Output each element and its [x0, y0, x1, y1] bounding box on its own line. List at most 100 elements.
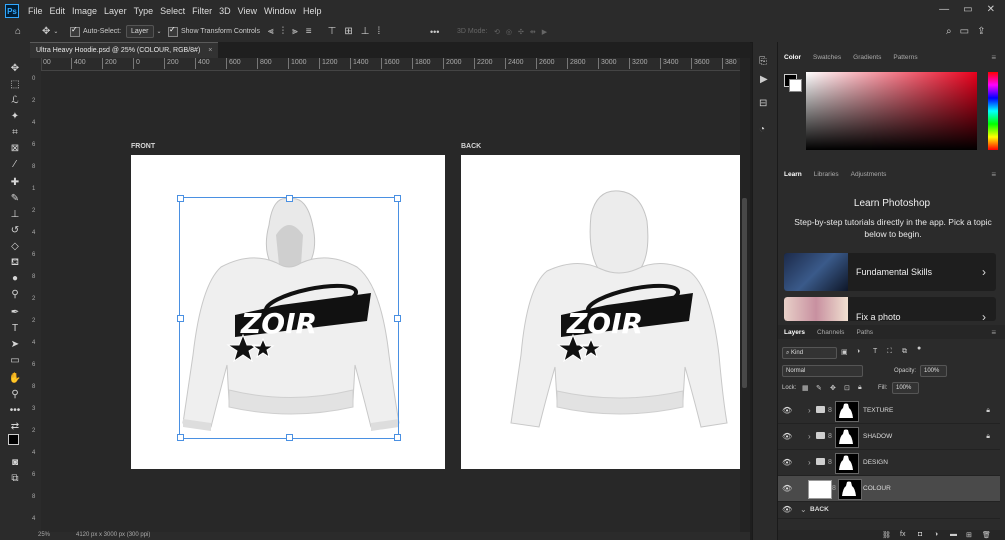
auto-select-toggle[interactable]: Auto-Select:: [70, 25, 121, 38]
layer-row[interactable]: 👁︎ › 8 SHADOW 🔒︎: [778, 424, 1000, 450]
more-options-button[interactable]: •••: [430, 25, 439, 38]
learn-card-fix-photo[interactable]: Fix a photo ›: [784, 297, 996, 321]
learn-card-fundamental[interactable]: Fundamental Skills ›: [784, 253, 996, 291]
distribute-icon[interactable]: ≡: [306, 26, 312, 37]
tab-gradients[interactable]: Gradients: [853, 54, 881, 61]
panel-menu-icon[interactable]: ≡: [991, 53, 996, 62]
menu-item-view[interactable]: View: [238, 6, 257, 16]
filter-toggle-icon[interactable]: ●: [917, 345, 921, 352]
actions-play-icon[interactable]: ▶: [760, 74, 768, 85]
menu-item-type[interactable]: Type: [134, 6, 154, 16]
lock-pixels-icon[interactable]: ✎: [816, 384, 822, 392]
hue-slider[interactable]: [988, 72, 998, 150]
adjustment-layer-icon[interactable]: ◑: [934, 531, 938, 538]
visibility-eye-icon[interactable]: 👁︎: [782, 424, 792, 449]
crop-tool-icon[interactable]: ⌗: [8, 126, 22, 140]
layer-mask-thumbnail[interactable]: [835, 401, 859, 422]
document-tab[interactable]: Ultra Heavy Hoodie.psd @ 25% (COLOUR, RG…: [30, 42, 219, 59]
tab-color[interactable]: Color: [784, 54, 801, 61]
filter-type-icon[interactable]: T: [873, 348, 877, 355]
history-panel-icon[interactable]: ⎘: [759, 56, 767, 67]
menu-item-filter[interactable]: Filter: [192, 6, 212, 16]
magic-wand-tool-icon[interactable]: ✦: [8, 110, 22, 124]
tab-learn[interactable]: Learn: [784, 171, 802, 178]
filter-adjustment-icon[interactable]: ◑: [856, 348, 860, 355]
properties-panel-icon[interactable]: ⊟: [759, 98, 767, 109]
screen-mode-icon[interactable]: ⧉: [8, 472, 22, 486]
eyedropper-tool-icon[interactable]: ⁄: [8, 158, 22, 172]
transform-handle-mr[interactable]: [394, 315, 401, 322]
visibility-eye-icon[interactable]: 👁︎: [782, 450, 792, 475]
edit-toolbar-icon[interactable]: •••: [8, 404, 22, 418]
layer-row[interactable]: 👁︎ ⌄ BACK: [778, 502, 1000, 519]
layer-row-selected[interactable]: 👁︎ 8 COLOUR: [778, 476, 1000, 502]
lock-position-icon[interactable]: ✥: [830, 384, 836, 392]
tab-swatches[interactable]: Swatches: [813, 54, 841, 61]
dodge-tool-icon[interactable]: ⚲: [8, 288, 22, 302]
filter-smart-object-icon[interactable]: ⧉: [902, 348, 907, 356]
blur-tool-icon[interactable]: ●: [8, 272, 22, 286]
align-center-icon[interactable]: ⫶: [282, 26, 285, 37]
menu-item-file[interactable]: File: [28, 6, 43, 16]
clone-stamp-tool-icon[interactable]: ⊥: [8, 208, 22, 222]
horizontal-ruler[interactable]: 00 400 200 0 200 400 600 800 1000 1200 1400 1600 180…: [41, 58, 740, 71]
color-bg-swatch[interactable]: [789, 79, 802, 92]
fill-field[interactable]: 100%: [892, 382, 919, 394]
layers-panel-menu-icon[interactable]: ≡: [991, 328, 996, 337]
3d-pan-icon[interactable]: ✣: [518, 28, 524, 36]
path-selection-tool-icon[interactable]: ➤: [8, 338, 22, 352]
visibility-eye-icon[interactable]: 👁︎: [782, 476, 792, 501]
menu-item-layer[interactable]: Layer: [104, 6, 127, 16]
transform-handle-tl[interactable]: [177, 195, 184, 202]
blend-mode-dropdown[interactable]: Normal: [782, 365, 863, 377]
filter-pixel-icon[interactable]: ▣: [841, 348, 848, 356]
history-brush-tool-icon[interactable]: ↺: [8, 224, 22, 238]
transform-handle-bc[interactable]: [286, 434, 293, 441]
show-transform-toggle[interactable]: Show Transform Controls: [168, 25, 260, 38]
eraser-tool-icon[interactable]: ◇: [8, 240, 22, 254]
layer-row[interactable]: 👁︎ › 8 DESIGN: [778, 450, 1000, 476]
layer-thumbnail[interactable]: [808, 480, 832, 499]
pen-tool-icon[interactable]: ✒: [8, 306, 22, 320]
add-mask-icon[interactable]: ◘: [918, 531, 922, 538]
link-layers-icon[interactable]: ⛓︎: [882, 531, 891, 539]
adjustments-panel-icon[interactable]: ◔: [759, 124, 765, 135]
lock-artboard-icon[interactable]: ⊡: [844, 384, 850, 392]
menu-item-image[interactable]: Image: [72, 6, 97, 16]
3d-slide-icon[interactable]: ⇹: [530, 28, 536, 36]
transform-handle-bl[interactable]: [177, 434, 184, 441]
align-bottom-icon[interactable]: ⊥: [361, 26, 370, 37]
align-top-icon[interactable]: ⊤: [328, 26, 337, 37]
align-middle-icon[interactable]: ⊞: [344, 26, 352, 37]
show-transform-checkbox[interactable]: [168, 25, 178, 37]
zoom-tool-icon[interactable]: ⚲: [8, 388, 22, 402]
menu-item-edit[interactable]: Edit: [50, 6, 66, 16]
tab-channels[interactable]: Channels: [817, 329, 844, 336]
paint-bucket-tool-icon[interactable]: ⛾: [8, 256, 22, 270]
transform-handle-tr[interactable]: [394, 195, 401, 202]
workspace-icon[interactable]: ▭: [960, 26, 969, 37]
tab-paths[interactable]: Paths: [856, 329, 873, 336]
healing-brush-tool-icon[interactable]: ✚: [8, 176, 22, 190]
layer-mask-thumbnail[interactable]: [835, 427, 859, 448]
restore-window-icon[interactable]: ▭: [963, 4, 972, 15]
type-tool-icon[interactable]: T: [8, 322, 22, 336]
lock-transparent-icon[interactable]: ▦: [802, 384, 809, 392]
3d-orbit-icon[interactable]: ⟲: [494, 28, 500, 36]
quick-mask-icon[interactable]: ◙: [8, 456, 22, 470]
3d-camera-icon[interactable]: ▶: [542, 28, 547, 36]
tab-adjustments[interactable]: Adjustments: [851, 171, 887, 178]
scrollbar-thumb[interactable]: [742, 198, 747, 388]
filter-shape-icon[interactable]: ⛶: [887, 348, 892, 356]
collapse-chevron-icon[interactable]: ⌄: [800, 502, 807, 518]
canvas-area[interactable]: FRONT BACK ZOIR ZOIR: [41, 71, 740, 540]
opacity-field[interactable]: 100%: [920, 365, 947, 377]
layer-mask-thumbnail[interactable]: [835, 453, 859, 474]
hand-tool-icon[interactable]: ✋: [8, 372, 22, 386]
menu-item-window[interactable]: Window: [264, 6, 296, 16]
menu-item-select[interactable]: Select: [160, 6, 185, 16]
brush-tool-icon[interactable]: ✎: [8, 192, 22, 206]
tab-patterns[interactable]: Patterns: [893, 54, 917, 61]
align-left-icon[interactable]: ⫷: [268, 26, 274, 37]
marquee-tool-icon[interactable]: ⬚: [8, 78, 22, 92]
